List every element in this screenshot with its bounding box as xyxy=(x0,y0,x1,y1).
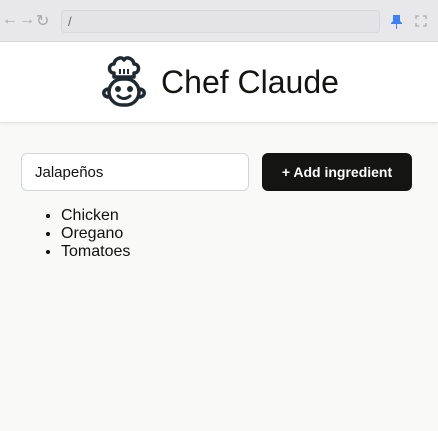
arrow-right-icon[interactable]: → xyxy=(19,11,35,29)
chef-robot-icon xyxy=(102,56,147,107)
fullscreen-icon[interactable] xyxy=(415,15,427,27)
app-header: Chef Claude xyxy=(0,42,438,123)
list-item: Oregano xyxy=(61,225,130,243)
list-item: Chicken xyxy=(61,207,130,225)
arrow-left-icon[interactable]: ← xyxy=(2,11,18,29)
ingredient-input[interactable] xyxy=(21,153,249,191)
pin-icon[interactable] xyxy=(390,14,403,29)
add-ingredient-button[interactable]: + Add ingredient xyxy=(262,153,412,191)
page-title: Chef Claude xyxy=(161,63,339,100)
address-bar[interactable]: / xyxy=(61,10,380,33)
add-ingredient-form: + Add ingredient xyxy=(21,153,412,191)
ingredient-list: Chicken Oregano Tomatoes xyxy=(61,207,130,261)
reload-icon[interactable]: ↻ xyxy=(36,11,49,31)
list-item: Tomatoes xyxy=(61,243,130,261)
browser-toolbar: ← → ↻ / xyxy=(0,0,438,42)
